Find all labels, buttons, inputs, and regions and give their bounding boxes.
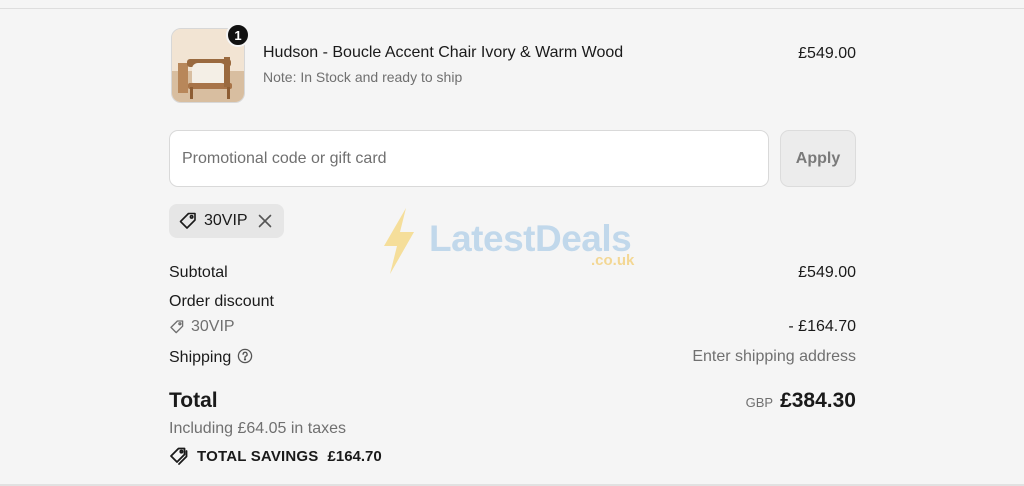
top-divider (0, 8, 1024, 9)
total-amount: GBP £384.30 (746, 389, 856, 413)
shipping-label: Shipping (169, 349, 232, 366)
shipping-value: Enter shipping address (692, 348, 856, 365)
promo-code-input[interactable] (169, 130, 769, 187)
discount-chip: 30VIP (169, 204, 284, 238)
discount-code-label: 30VIP (191, 318, 235, 335)
quantity-badge: 1 (226, 23, 250, 47)
close-icon[interactable] (255, 211, 275, 231)
savings-value: £164.70 (327, 447, 382, 465)
shipping-row: Shipping (169, 348, 253, 367)
discount-value: - £164.70 (788, 318, 856, 335)
subtotal-label: Subtotal (169, 264, 228, 281)
tag-icon (178, 211, 198, 231)
product-note: Note: In Stock and ready to ship (263, 69, 463, 85)
tag-icon (169, 319, 185, 335)
order-discount-label: Order discount (169, 293, 274, 310)
order-discount-code: 30VIP (169, 318, 235, 336)
line-item: 1 Hudson - Boucle Accent Chair Ivory & W… (169, 23, 856, 106)
savings-label: TOTAL SAVINGS (197, 447, 319, 465)
product-price: £549.00 (798, 45, 856, 62)
currency-code: GBP (745, 395, 774, 410)
subtotal-value: £549.00 (798, 264, 856, 281)
savings-tag-icon (169, 446, 189, 466)
total-label: Total (169, 389, 218, 412)
discount-chip-label: 30VIP (204, 212, 248, 229)
help-circle-icon[interactable] (237, 348, 253, 364)
watermark: LatestDeals .co.uk (378, 206, 648, 276)
watermark-sub: .co.uk (591, 252, 635, 269)
total-value: £384.30 (780, 389, 856, 412)
product-name: Hudson - Boucle Accent Chair Ivory & War… (263, 44, 624, 61)
taxes-text: Including £64.05 in taxes (169, 420, 347, 437)
apply-button[interactable]: Apply (780, 130, 856, 187)
lightning-icon (384, 208, 414, 274)
total-savings: TOTAL SAVINGS £164.70 (169, 446, 382, 466)
